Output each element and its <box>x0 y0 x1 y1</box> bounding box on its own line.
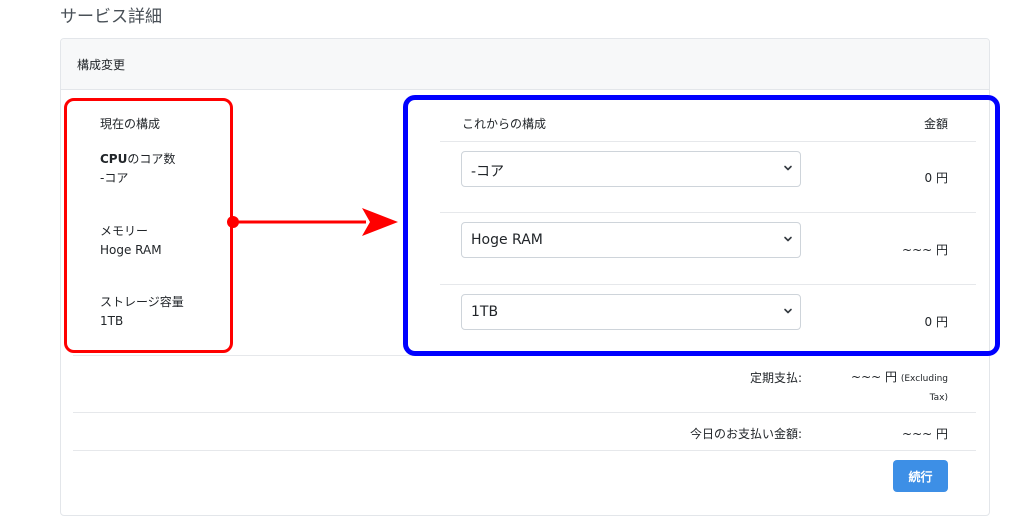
arrow-right-icon <box>227 208 398 236</box>
